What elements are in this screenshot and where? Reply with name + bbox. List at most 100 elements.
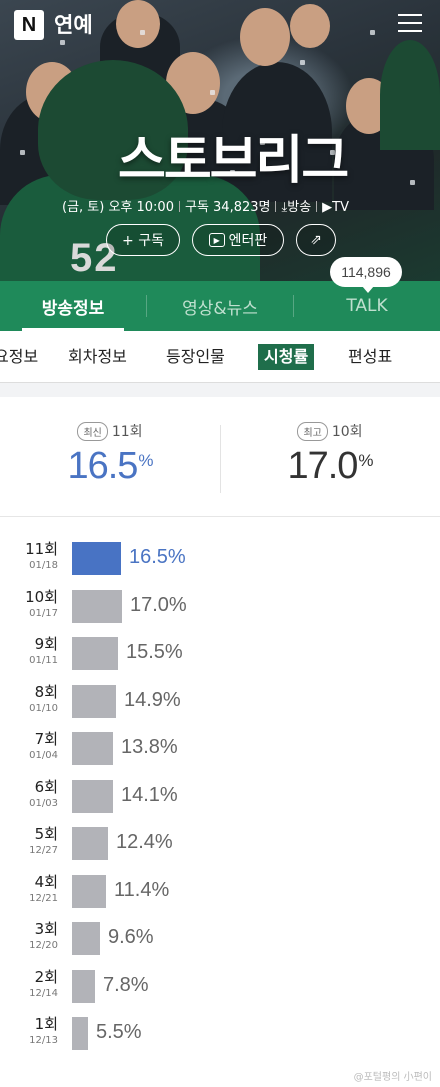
rating-row: 5회 12/27 12.4% — [0, 820, 440, 868]
tv-link[interactable]: ▶TV — [322, 200, 349, 215]
broadcast-info: (금, 토) 오후 10:00 구독 34,823명 ⤓방송 ▶TV — [62, 196, 349, 215]
episode-date: 12/21 — [29, 893, 58, 904]
episode-date: 01/04 — [29, 750, 58, 761]
rating-row: 9회 01/11 15.5% — [0, 630, 440, 678]
subtab-schedule[interactable]: 편성표 — [348, 344, 392, 370]
latest-episode: 11회 — [111, 424, 143, 440]
share-icon: ⇗ — [310, 232, 322, 248]
rating-bar — [72, 685, 116, 718]
tv-label: TV — [332, 200, 349, 215]
rating-value: 9.6% — [108, 926, 154, 948]
rating-row: 11회 01/18 16.5% — [0, 535, 440, 583]
episode-label: 3회 — [34, 920, 58, 938]
episode-date: 01/17 — [29, 608, 58, 619]
highest-unit: % — [358, 451, 373, 470]
latest-value-wrap: 16.5% — [50, 445, 170, 488]
latest-unit: % — [138, 451, 153, 470]
rating-bar — [72, 827, 108, 860]
rating-row: 6회 01/03 14.1% — [0, 773, 440, 821]
episode-date: 12/27 — [29, 845, 58, 856]
tab-broadcast-info[interactable]: 방송정보 — [0, 281, 146, 331]
tab-video-news[interactable]: 영상&뉴스 — [147, 281, 293, 331]
menu-icon[interactable] — [398, 14, 422, 34]
section-title[interactable]: 연예 — [54, 10, 93, 40]
ratings-summary: 최신 11회 16.5% 최고 10회 17.0% — [0, 397, 440, 517]
broadcast-label: 방송 — [287, 200, 312, 215]
background-figure — [380, 40, 440, 150]
sub-tabs: 요정보 회차정보 등장인물 시청률 편성표 — [0, 331, 440, 383]
episode-label: 7회 — [34, 730, 58, 748]
rating-row: 3회 12/20 9.6% — [0, 915, 440, 963]
rating-row: 7회 01/04 13.8% — [0, 725, 440, 773]
latest-label: 최신 11회 — [50, 421, 170, 441]
rating-row: 8회 01/10 14.9% — [0, 678, 440, 726]
episode-label: 6회 — [34, 778, 58, 796]
background-figure — [116, 0, 160, 48]
episode-label: 10회 — [25, 588, 58, 606]
rating-value: 7.8% — [103, 974, 149, 996]
rating-row: 2회 12/14 7.8% — [0, 963, 440, 1011]
broadcast-link[interactable]: ⤓방송 — [281, 200, 311, 215]
rating-bar — [72, 922, 100, 955]
episode-date: 12/14 — [29, 988, 58, 999]
latest-value: 16.5 — [67, 445, 138, 487]
rating-value: 16.5% — [129, 546, 186, 568]
section-divider — [0, 383, 440, 397]
highest-value: 17.0 — [287, 445, 358, 487]
play-icon: ▶ — [322, 200, 333, 215]
subscriber-count: 구독 34,823명 — [184, 200, 271, 215]
subscribe-button[interactable]: + 구독 — [106, 224, 180, 256]
latest-rating: 최신 11회 16.5% — [50, 421, 170, 488]
naver-logo[interactable]: N — [14, 10, 44, 40]
subtab-ratings[interactable]: 시청률 — [258, 344, 315, 370]
episode-label: 2회 — [34, 968, 58, 986]
episode-label: 1회 — [34, 1015, 58, 1033]
episode-label: 11회 — [25, 540, 58, 558]
rating-bar — [72, 542, 121, 575]
subtab-cast[interactable]: 등장인물 — [166, 344, 225, 370]
rating-bar — [72, 875, 106, 908]
rating-row: 4회 12/21 11.4% — [0, 868, 440, 916]
latest-badge: 최신 — [77, 421, 108, 441]
share-button[interactable]: ⇗ — [296, 224, 336, 256]
play-circle-icon: ▶ — [208, 233, 225, 247]
rating-bar — [72, 590, 122, 623]
watermark: @포털평의 小편이 — [353, 1072, 432, 1083]
episode-date: 01/11 — [29, 655, 58, 666]
episode-label: 8회 — [34, 683, 58, 701]
episode-label: 5회 — [34, 825, 58, 843]
rating-bar — [72, 780, 113, 813]
highest-rating: 최고 10회 17.0% — [270, 421, 390, 488]
rating-bar — [72, 637, 118, 670]
episode-date: 12/13 — [29, 1035, 58, 1046]
show-hero-banner: 52 N 연예 스토브리그 (금, 토) 오후 10:00 구독 34,823명 ⤓… — [0, 0, 440, 281]
main-tabs: 방송정보 영상&뉴스 TALK — [0, 281, 440, 331]
rating-value: 12.4% — [116, 831, 173, 853]
rating-value: 5.5% — [96, 1021, 142, 1043]
highest-episode: 10회 — [331, 424, 363, 440]
subtab-episodes[interactable]: 회차정보 — [68, 344, 127, 370]
rating-bar — [72, 1017, 88, 1050]
enterpan-button[interactable]: ▶ 엔터판 — [192, 224, 284, 256]
rating-row: 10회 01/17 17.0% — [0, 583, 440, 631]
episode-label: 4회 — [34, 873, 58, 891]
rating-bar — [72, 732, 113, 765]
enterpan-label: 엔터판 — [228, 233, 268, 249]
rating-value: 14.9% — [124, 689, 181, 711]
background-figure — [240, 8, 290, 66]
episode-date: 12/20 — [29, 940, 58, 951]
episode-date: 01/03 — [29, 798, 58, 809]
episode-label: 9회 — [34, 635, 58, 653]
show-title-logo: 스토브리그 — [118, 131, 349, 191]
rating-value: 11.4% — [114, 879, 170, 901]
rating-bar — [72, 970, 95, 1003]
rating-value: 13.8% — [121, 736, 178, 758]
highest-value-wrap: 17.0% — [270, 445, 390, 488]
background-figure — [290, 4, 330, 48]
rating-row: 1회 12/13 5.5% — [0, 1010, 440, 1058]
rating-value: 14.1% — [121, 784, 178, 806]
highest-badge: 최고 — [297, 421, 328, 441]
subtab-info[interactable]: 요정보 — [0, 344, 38, 370]
episode-date: 01/18 — [29, 560, 58, 571]
rating-value: 17.0% — [130, 594, 187, 616]
